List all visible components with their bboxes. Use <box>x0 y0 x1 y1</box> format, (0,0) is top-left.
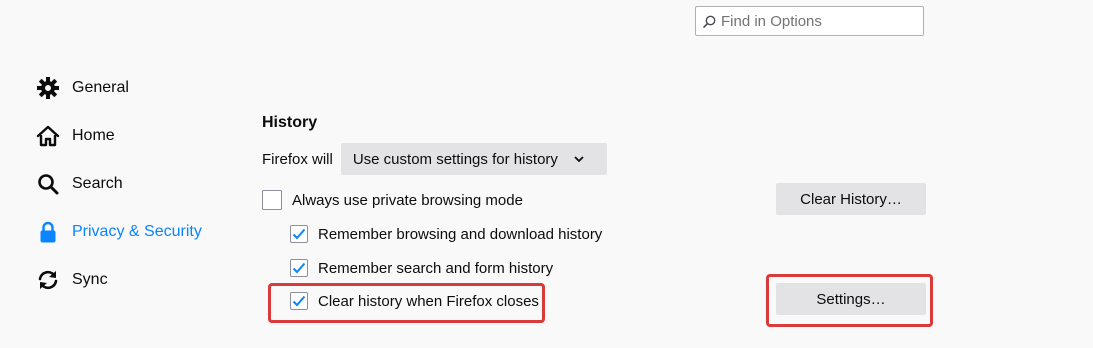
preferences-page: General Home Search <box>0 0 1093 348</box>
remember-search-option: Remember search and form history <box>290 259 553 277</box>
remember-browsing-checkbox[interactable] <box>290 225 308 243</box>
private-browsing-checkbox[interactable] <box>262 190 282 210</box>
remember-search-checkbox[interactable] <box>290 259 308 277</box>
settings-button-label: Settings… <box>816 290 886 308</box>
firefox-will-label: Firefox will <box>262 150 333 168</box>
search-input[interactable] <box>721 12 911 30</box>
sidebar-item-label: Sync <box>72 271 108 288</box>
remember-browsing-label: Remember browsing and download history <box>318 225 603 243</box>
sidebar-item-label: Search <box>72 175 123 192</box>
clear-on-close-checkbox[interactable] <box>290 292 308 310</box>
sync-icon <box>36 267 62 293</box>
sidebar-item-general[interactable]: General <box>36 64 236 112</box>
clear-on-close-option: Clear history when Firefox closes <box>290 292 539 310</box>
settings-button[interactable]: Settings… <box>776 283 926 315</box>
history-mode-value: Use custom settings for history <box>352 150 558 168</box>
sidebar-item-home[interactable]: Home <box>36 112 236 160</box>
clear-history-button[interactable]: Clear History… <box>776 183 926 215</box>
remember-browsing-option: Remember browsing and download history <box>290 225 602 243</box>
magnifier-icon <box>36 171 62 197</box>
sidebar-item-search[interactable]: Search <box>36 160 236 208</box>
lock-icon <box>36 219 62 245</box>
search-icon <box>703 14 717 28</box>
clear-history-button-label: Clear History… <box>800 190 902 208</box>
checkmark-icon <box>292 295 306 307</box>
history-section-title: History <box>262 114 318 131</box>
private-browsing-label: Always use private browsing mode <box>292 191 523 209</box>
clear-on-close-label: Clear history when Firefox closes <box>318 292 539 310</box>
sidebar-item-label: General <box>72 79 129 96</box>
gear-icon <box>36 75 62 101</box>
search-field[interactable] <box>695 6 924 36</box>
remember-search-label: Remember search and form history <box>318 259 554 277</box>
private-browsing-option: Always use private browsing mode <box>262 190 523 210</box>
checkmark-icon <box>292 228 306 240</box>
checkmark-icon <box>292 262 306 274</box>
history-mode-row: Firefox will Use custom settings for his… <box>262 143 607 175</box>
category-sidebar: General Home Search Privacy & Security S… <box>36 64 236 304</box>
chevron-down-icon <box>574 155 584 163</box>
sidebar-item-privacy-security[interactable]: Privacy & Security <box>36 208 236 256</box>
sidebar-item-sync[interactable]: Sync <box>36 256 236 304</box>
sidebar-item-label: Privacy & Security <box>72 223 202 240</box>
sidebar-item-label: Home <box>72 127 115 144</box>
history-mode-dropdown[interactable]: Use custom settings for history <box>340 143 607 175</box>
home-icon <box>36 123 62 149</box>
